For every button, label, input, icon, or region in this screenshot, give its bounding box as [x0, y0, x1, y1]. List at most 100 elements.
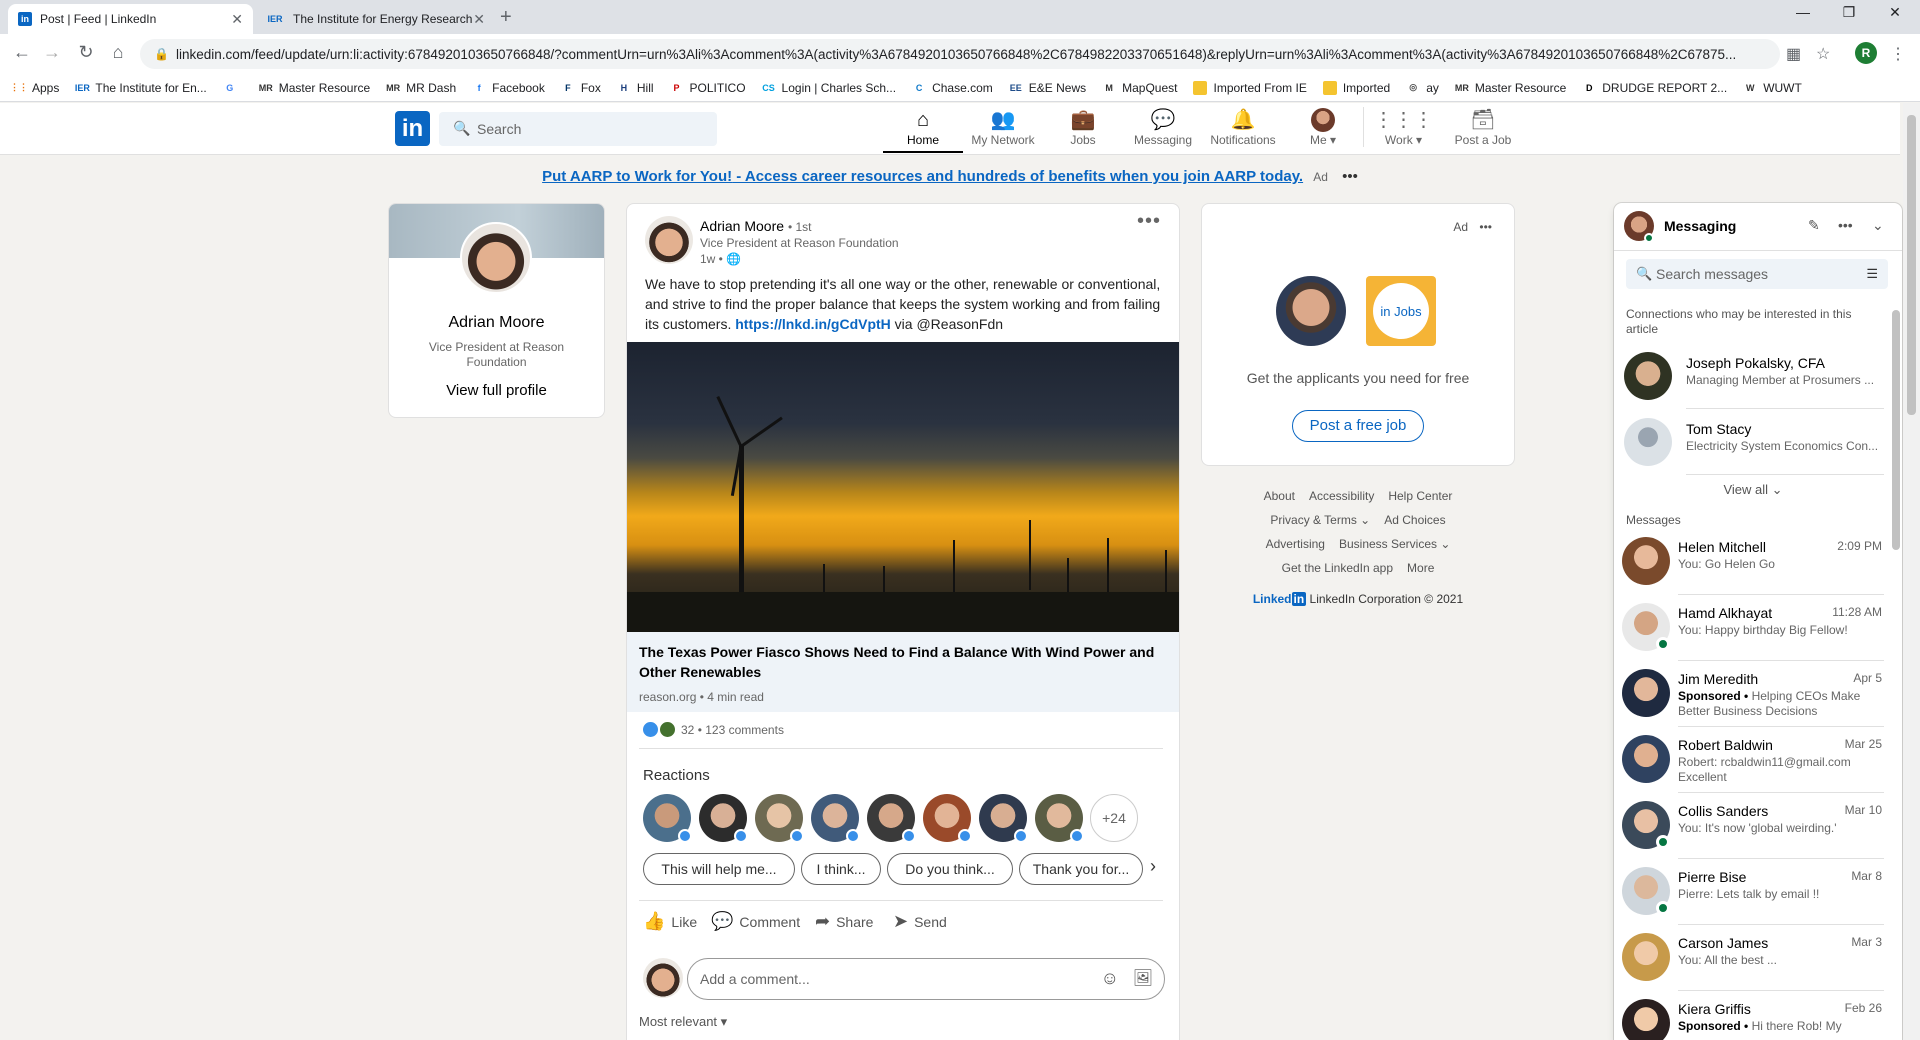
message-row[interactable]: Pierre Bise Mar 8 Pierre: Lets talk by ema…: [1614, 859, 1892, 925]
footer-link[interactable]: Advertising: [1266, 537, 1325, 551]
message-row[interactable]: Carson James Mar 3 You: All the best ...: [1614, 925, 1892, 991]
post-author[interactable]: Adrian Moore • 1st: [700, 218, 811, 234]
connection-row[interactable]: Tom Stacy Electricity System Economics C…: [1614, 409, 1892, 475]
post-free-job-button[interactable]: Post a free job: [1292, 410, 1424, 442]
suggested-comment-chip[interactable]: Do you think...: [887, 853, 1013, 885]
bookmark-item[interactable]: C Chase.com: [912, 81, 993, 95]
forward-icon[interactable]: →: [40, 42, 64, 63]
bookmark-item[interactable]: Imported: [1322, 80, 1390, 95]
maximize-icon[interactable]: ❐: [1826, 4, 1872, 21]
bookmark-item[interactable]: MR Master Resource: [259, 81, 370, 95]
bookmark-item[interactable]: MR Master Resource: [1455, 81, 1566, 95]
profile-name[interactable]: Adrian Moore: [389, 314, 604, 332]
bookmark-item[interactable]: CS Login | Charles Sch...: [762, 81, 896, 95]
nav-jobs[interactable]: 💼 Jobs: [1043, 107, 1123, 147]
social-counts[interactable]: 32 • 123 comments: [643, 722, 784, 737]
nav-work[interactable]: ⋮⋮⋮ Work ▾: [1363, 107, 1443, 147]
messaging-scrollbar[interactable]: [1889, 310, 1901, 1040]
suggested-comment-chip[interactable]: This will help me...: [643, 853, 795, 885]
url-input[interactable]: 🔒 linkedin.com/feed/update/urn:li:activi…: [140, 39, 1780, 69]
nav-post-job[interactable]: 🗃 Post a Job: [1443, 107, 1523, 147]
bookmark-item[interactable]: M MapQuest: [1102, 81, 1177, 95]
author-avatar[interactable]: [645, 216, 693, 264]
reactor-avatar[interactable]: [643, 794, 692, 843]
bookmark-item[interactable]: F Fox: [561, 81, 601, 95]
bookmark-item[interactable]: MR MR Dash: [386, 81, 456, 95]
send-button[interactable]: ➤ Send: [893, 911, 947, 932]
comment-input[interactable]: Add a comment...: [687, 958, 1165, 1000]
wind-turbine-image[interactable]: [627, 342, 1179, 632]
footer-link[interactable]: Help Center: [1388, 489, 1452, 503]
home-browser-icon[interactable]: ⌂: [106, 42, 130, 63]
browser-profile-avatar[interactable]: R: [1855, 42, 1877, 64]
nav-my-network[interactable]: 👥 My Network: [963, 107, 1043, 147]
messaging-header[interactable]: Messaging ✎ ••• ⌄: [1614, 203, 1902, 251]
compose-icon[interactable]: ✎: [1808, 217, 1820, 234]
close-icon[interactable]: ✕: [231, 11, 243, 28]
footer-link[interactable]: Privacy & Terms ⌄: [1270, 513, 1370, 527]
new-tab-button[interactable]: +: [500, 6, 512, 29]
minimize-icon[interactable]: —: [1780, 4, 1826, 20]
chevron-right-icon[interactable]: ›: [1150, 856, 1156, 877]
extension-icon[interactable]: ▦: [1786, 44, 1801, 64]
message-row[interactable]: Helen Mitchell 2:09 PM You: Go Helen Go: [1614, 529, 1892, 595]
footer-link[interactable]: More: [1407, 561, 1434, 575]
tab-linkedin[interactable]: in Post | Feed | LinkedIn ✕: [8, 4, 253, 34]
footer-link[interactable]: Accessibility: [1309, 489, 1374, 503]
message-row[interactable]: Hamd Alkhayat 11:28 AM You: Happy birthday…: [1614, 595, 1892, 661]
reactor-avatar[interactable]: [755, 794, 804, 843]
comment-button[interactable]: 💬 Comment: [711, 911, 800, 932]
reactor-avatar[interactable]: [867, 794, 916, 843]
footer-link[interactable]: Business Services ⌄: [1339, 537, 1450, 551]
bookmark-star-icon[interactable]: ☆: [1816, 44, 1830, 64]
reactor-avatar[interactable]: [979, 794, 1028, 843]
filter-icon[interactable]: ☰: [1866, 259, 1878, 289]
reactor-avatar[interactable]: [811, 794, 860, 843]
message-row[interactable]: Kiera Griffis Feb 26 Sponsored • Hi there …: [1614, 991, 1892, 1040]
post-more-icon[interactable]: •••: [1137, 210, 1161, 233]
emoji-icon[interactable]: ☺: [1101, 968, 1119, 989]
bookmark-item[interactable]: ⋮⋮ Apps: [10, 81, 59, 95]
message-search-input[interactable]: 🔍 Search messages ☰: [1626, 259, 1888, 289]
more-reactors-button[interactable]: +24: [1090, 794, 1138, 842]
ad-more-icon[interactable]: •••: [1479, 220, 1492, 234]
close-window-icon[interactable]: ✕: [1872, 4, 1918, 21]
view-all-button[interactable]: View all ⌄: [1614, 482, 1892, 498]
nav-home[interactable]: ⌂ Home: [883, 107, 963, 153]
close-icon[interactable]: ✕: [473, 11, 485, 28]
sort-comments-dropdown[interactable]: Most relevant ▾: [639, 1014, 727, 1030]
bookmark-item[interactable]: P POLITICO: [670, 81, 746, 95]
footer-link[interactable]: About: [1264, 489, 1295, 503]
ad-banner-link[interactable]: Put AARP to Work for You! - Access caree…: [542, 168, 1303, 185]
nav-me[interactable]: Me ▾: [1283, 107, 1363, 147]
profile-photo[interactable]: [460, 222, 532, 294]
ad-more-icon[interactable]: •••: [1342, 168, 1358, 185]
bookmark-item[interactable]: ◎ ay: [1406, 81, 1439, 95]
footer-link[interactable]: Get the LinkedIn app: [1282, 561, 1393, 575]
reload-icon[interactable]: ↻: [74, 42, 98, 63]
reactor-avatar[interactable]: [923, 794, 972, 843]
linkedin-logo-icon[interactable]: in: [395, 111, 430, 146]
suggested-comment-chip[interactable]: I think...: [801, 853, 881, 885]
more-icon[interactable]: •••: [1838, 217, 1853, 233]
connection-row[interactable]: Joseph Pokalsky, CFA Managing Member at …: [1614, 343, 1892, 409]
message-row[interactable]: Jim Meredith Apr 5 Sponsored • Helping CEO…: [1614, 661, 1892, 727]
reactor-avatar[interactable]: [1035, 794, 1084, 843]
suggested-comment-chip[interactable]: Thank you for...: [1019, 853, 1143, 885]
chevron-down-icon[interactable]: ⌄: [1872, 217, 1884, 234]
bookmark-item[interactable]: D DRUDGE REPORT 2...: [1582, 81, 1727, 95]
back-icon[interactable]: ←: [10, 42, 34, 63]
nav-messaging[interactable]: 💬 Messaging: [1123, 107, 1203, 147]
bookmark-item[interactable]: W WUWT: [1743, 81, 1802, 95]
view-profile-link[interactable]: View full profile: [389, 382, 604, 399]
like-button[interactable]: 👍 Like: [643, 911, 697, 932]
browser-menu-icon[interactable]: ⋮: [1890, 44, 1906, 64]
image-icon[interactable]: 🖼: [1133, 968, 1153, 988]
bookmark-item[interactable]: H Hill: [617, 81, 654, 95]
bookmark-item[interactable]: f Facebook: [472, 81, 545, 95]
message-row[interactable]: Collis Sanders Mar 10 You: It's now 'globa…: [1614, 793, 1892, 859]
bookmark-item[interactable]: EE E&E News: [1009, 81, 1086, 95]
footer-link[interactable]: Ad Choices: [1384, 513, 1445, 527]
bookmark-item[interactable]: IER The Institute for En...: [75, 81, 207, 95]
bookmark-item[interactable]: G: [223, 81, 243, 95]
